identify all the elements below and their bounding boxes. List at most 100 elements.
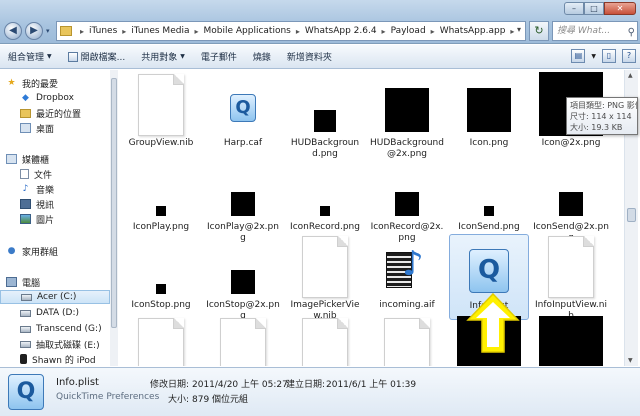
breadcrumb-whatsapp-version[interactable]: WhatsApp 2.6.4 <box>305 26 377 36</box>
documents-icon <box>20 169 29 179</box>
breadcrumb-separator-icon[interactable]: ▸ <box>510 27 514 36</box>
arrow-up-icon <box>466 292 520 353</box>
chevron-down-icon[interactable]: ▼ <box>591 53 596 60</box>
audio-file-icon: ♪ <box>384 244 430 294</box>
breadcrumb-payload[interactable]: Payload <box>391 26 426 36</box>
file-item[interactable]: Icon.png <box>449 72 529 158</box>
file-item[interactable] <box>121 316 201 366</box>
nav-label: 視訊 <box>36 200 55 211</box>
nav-music[interactable]: ♪ 音樂 <box>0 182 110 196</box>
search-icon[interactable]: ⚲ <box>628 24 635 40</box>
file-thumbnail: Q <box>203 72 283 136</box>
file-item[interactable]: IconStop@2x.png <box>203 234 283 321</box>
breadcrumb-separator-icon[interactable]: ▸ <box>431 27 435 36</box>
nav-pictures[interactable]: 圖片 <box>0 212 110 226</box>
png-thumbnail <box>231 192 255 216</box>
view-controls: ▤ ▼ ▯ ? <box>571 49 636 63</box>
nav-recent-places[interactable]: 最近的位置 <box>0 106 110 120</box>
chevron-down-icon: ▼ <box>180 53 185 60</box>
nav-drive-c[interactable]: Acer (C:) <box>0 290 110 304</box>
file-item[interactable]: HUDBackground@2x.png <box>367 72 447 159</box>
file-item[interactable]: IconRecord.png <box>285 156 365 242</box>
file-thumbnail <box>121 234 201 298</box>
nav-homegroup[interactable]: ● 家用群組 <box>0 244 110 258</box>
breadcrumb-separator-icon[interactable]: ▸ <box>80 27 84 36</box>
file-item[interactable]: ♪ incoming.aif <box>367 234 447 320</box>
png-thumbnail <box>559 192 583 216</box>
file-item[interactable]: IconSend.png <box>449 156 529 242</box>
preview-pane-icon[interactable]: ▯ <box>602 49 616 63</box>
nav-computer[interactable]: 電腦 <box>0 275 110 289</box>
file-item[interactable] <box>203 316 283 366</box>
scroll-up-icon[interactable]: ▲ <box>628 72 633 79</box>
breadcrumb-separator-icon[interactable]: ▸ <box>122 27 126 36</box>
breadcrumb-itunes-media[interactable]: iTunes Media <box>131 26 189 36</box>
file-item[interactable]: IconRecord@2x.png <box>367 156 447 243</box>
maximize-button[interactable]: □ <box>584 2 604 15</box>
scrollbar-thumb[interactable] <box>627 208 636 222</box>
scrollbar-thumb[interactable] <box>111 78 117 328</box>
file-item[interactable]: HUDBackground.png <box>285 72 365 159</box>
file-item[interactable]: ImagePickerView.nib <box>285 234 365 321</box>
change-view-icon[interactable]: ▤ <box>571 49 586 63</box>
navigation-pane: ★ 我的最愛 ◆ Dropbox 最近的位置 桌面 媒體櫃 文件 ♪ 音樂 視訊 圖片… <box>0 70 118 366</box>
navigation-scrollbar[interactable] <box>110 70 118 366</box>
file-item[interactable] <box>285 316 365 366</box>
file-thumbnail <box>121 72 201 136</box>
address-bar[interactable]: ▸ iTunes ▸ iTunes Media ▸ Mobile Applica… <box>56 21 526 41</box>
open-file-button[interactable]: 開啟檔案... <box>60 50 134 63</box>
address-dropdown-icon[interactable]: ▾ <box>517 25 521 34</box>
nav-desktop[interactable]: 桌面 <box>0 121 110 135</box>
recent-pages-dropdown-icon[interactable]: ▾ <box>46 27 50 35</box>
forward-button[interactable]: ▶ <box>25 22 43 40</box>
breadcrumb-separator-icon[interactable]: ▸ <box>382 27 386 36</box>
png-thumbnail <box>156 284 166 294</box>
file-item[interactable]: IconPlay@2x.png <box>203 156 283 243</box>
nav-favorites[interactable]: ★ 我的最愛 <box>0 76 110 90</box>
file-item[interactable] <box>367 316 447 366</box>
file-item[interactable] <box>531 316 611 366</box>
share-button[interactable]: 共用對象 ▼ <box>133 50 193 63</box>
music-icon: ♪ <box>22 184 29 194</box>
scroll-down-icon[interactable]: ▼ <box>628 357 633 364</box>
breadcrumb-whatsapp-app[interactable]: WhatsApp.app <box>440 26 506 36</box>
organize-button[interactable]: 組合管理 ▼ <box>0 50 60 63</box>
folder-icon <box>60 26 72 36</box>
details-pane: Q Info.plist QuickTime Preferences 修改日期:… <box>0 367 640 416</box>
nav-dropbox[interactable]: ◆ Dropbox <box>0 91 110 105</box>
quicktime-icon: Q <box>230 94 256 122</box>
breadcrumb-separator-icon[interactable]: ▸ <box>296 27 300 36</box>
file-thumbnail <box>285 234 365 298</box>
nav-ipod[interactable]: Shawn 的 iPod <box>0 352 110 366</box>
file-item[interactable]: IconSend@2x.png <box>531 156 611 243</box>
breadcrumb-mobile-applications[interactable]: Mobile Applications <box>203 26 290 36</box>
file-item[interactable]: IconStop.png <box>121 234 201 320</box>
file-item[interactable]: GroupView.nib <box>121 72 201 158</box>
nav-videos[interactable]: 視訊 <box>0 197 110 211</box>
burn-button[interactable]: 燒錄 <box>245 50 279 63</box>
file-name: Harp.caf <box>223 138 263 148</box>
email-button[interactable]: 電子郵件 <box>193 50 245 63</box>
tooltip-type: 項目類型: PNG 影像 <box>570 101 638 110</box>
refresh-button[interactable]: ↻ <box>529 21 549 41</box>
nav-drive-g[interactable]: Transcend (G:) <box>0 322 110 336</box>
nav-drive-d[interactable]: DATA (D:) <box>0 306 110 320</box>
png-thumbnail <box>320 206 330 216</box>
size-label: 大小: <box>168 395 190 405</box>
refresh-icon: ↻ <box>534 24 544 37</box>
music-note-icon: ♪ <box>402 244 424 284</box>
file-item[interactable]: Q Harp.caf <box>203 72 283 158</box>
breadcrumb-itunes[interactable]: iTunes <box>89 26 117 36</box>
nav-documents[interactable]: 文件 <box>0 167 110 181</box>
nav-drive-e[interactable]: 抽取式磁碟 (E:) <box>0 337 110 351</box>
new-folder-button[interactable]: 新增資料夾 <box>279 50 340 63</box>
nav-libraries[interactable]: 媒體櫃 <box>0 152 110 166</box>
minimize-button[interactable]: – <box>564 2 584 15</box>
close-button[interactable]: ✕ <box>604 2 636 15</box>
help-icon[interactable]: ? <box>622 49 636 63</box>
breadcrumb-separator-icon[interactable]: ▸ <box>194 27 198 36</box>
file-item[interactable]: InfoInputView.nib <box>531 234 611 321</box>
file-item[interactable]: IconPlay.png <box>121 156 201 242</box>
back-button[interactable]: ◀ <box>4 22 22 40</box>
search-input[interactable]: 搜尋 What... ⚲ <box>552 21 638 41</box>
